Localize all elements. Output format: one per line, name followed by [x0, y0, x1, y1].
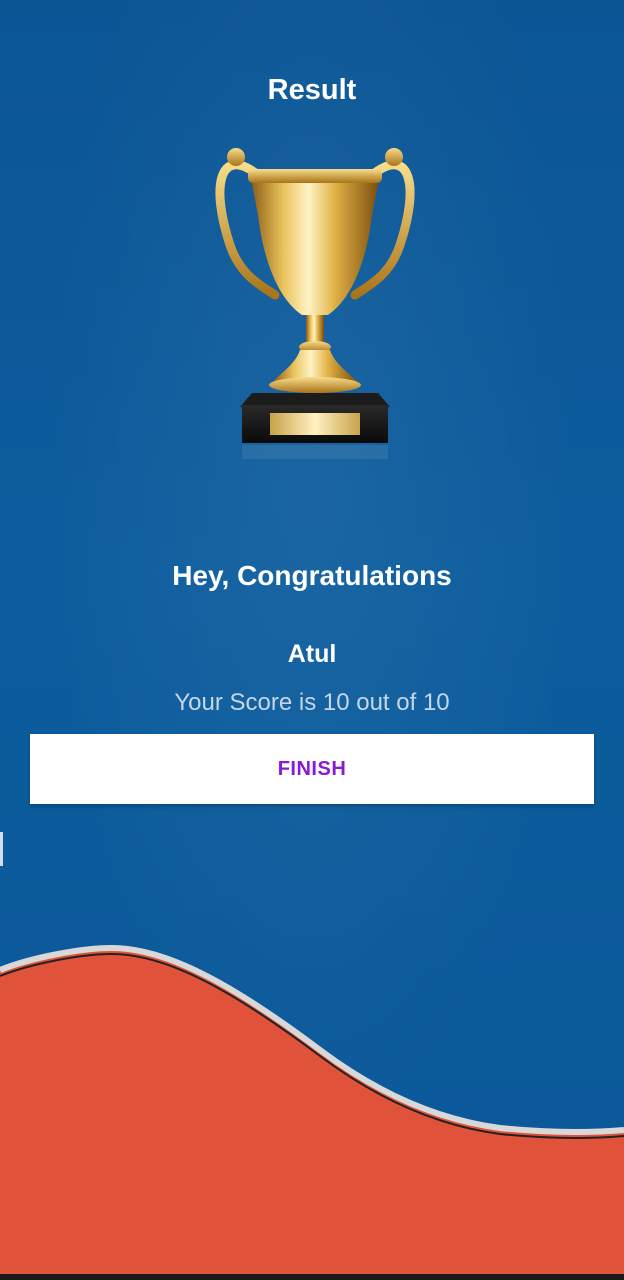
edge-indicator: [0, 832, 3, 866]
finish-button[interactable]: FINISH: [30, 734, 594, 804]
player-name: Atul: [287, 640, 337, 668]
page-title: Result: [267, 74, 357, 106]
score-text: Your Score is 10 out of 10: [174, 689, 450, 716]
navigation-bar: [0, 1274, 624, 1280]
congratulations-heading: Hey, Congratulations: [172, 560, 452, 591]
decorative-wave: [0, 944, 624, 1280]
trophy-icon: [215, 148, 415, 459]
